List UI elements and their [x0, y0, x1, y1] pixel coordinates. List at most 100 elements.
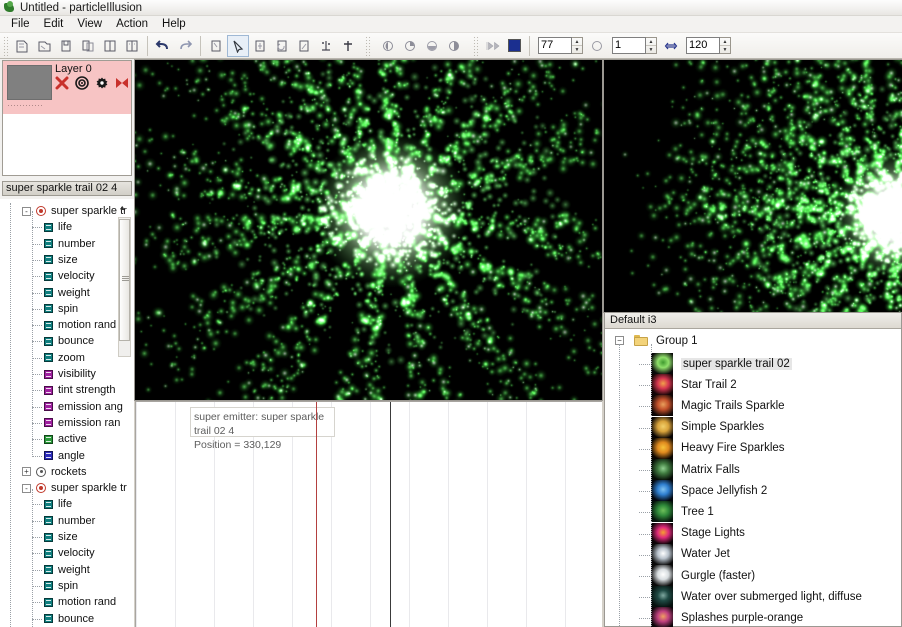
- tree-guide: [32, 619, 42, 620]
- color-swatch-button[interactable]: [503, 35, 525, 57]
- tree-parameter-node[interactable]: emission ang: [44, 399, 123, 415]
- tree-guide: [32, 374, 42, 375]
- library-group-row[interactable]: − Group 1: [615, 330, 698, 351]
- parameter-graph-icon: [44, 565, 53, 574]
- duplicate-emitter-icon[interactable]: [121, 35, 143, 57]
- timeline-panel[interactable]: super emitter: super sparkle trail 02 4 …: [135, 401, 602, 627]
- tree-parameter-node[interactable]: active: [44, 431, 87, 447]
- tree-parameter-node[interactable]: spin: [44, 301, 78, 317]
- tree-parameter-node[interactable]: velocity: [44, 545, 95, 561]
- tree-parameter-node[interactable]: bounce: [44, 611, 94, 627]
- library-list-item[interactable]: super sparkle trail 02: [651, 353, 792, 374]
- tree-parameter-node[interactable]: life: [44, 219, 72, 235]
- tree-parameter-node[interactable]: weight: [44, 562, 90, 578]
- settings-gear-icon[interactable]: [95, 76, 109, 90]
- move-tool-icon[interactable]: [249, 35, 271, 57]
- tree-parameter-node[interactable]: tint strength: [44, 382, 115, 398]
- library-list-item[interactable]: Space Jellyfish 2: [651, 480, 767, 501]
- tree-emitter-node[interactable]: -super sparkle tr: [22, 203, 127, 219]
- layer-input[interactable]: 1: [612, 37, 646, 54]
- tree-parameter-node[interactable]: number: [44, 513, 95, 529]
- tree-guide: [32, 423, 42, 424]
- tree-parameter-node[interactable]: angle: [44, 448, 85, 464]
- tree-parameter-node[interactable]: visibility: [44, 366, 96, 382]
- align-right-icon[interactable]: [443, 35, 465, 57]
- align-bottom-icon[interactable]: [421, 35, 443, 57]
- undo-icon[interactable]: [152, 35, 174, 57]
- tree-parameter-node[interactable]: motion rand: [44, 594, 116, 610]
- menu-item-help[interactable]: Help: [155, 17, 193, 31]
- toolbar-grip[interactable]: [3, 36, 9, 56]
- tree-node-expander[interactable]: +: [22, 467, 31, 476]
- properties-icon[interactable]: [75, 76, 89, 90]
- redo-icon[interactable]: [174, 35, 196, 57]
- align-center-icon[interactable]: [399, 35, 421, 57]
- library-list-item[interactable]: Matrix Falls: [651, 459, 740, 480]
- tree-node-expander[interactable]: -: [22, 484, 31, 493]
- library-list-item[interactable]: Splashes purple-orange: [651, 607, 803, 627]
- tree-guide: [32, 309, 42, 310]
- toolbar-grip-3[interactable]: [473, 36, 479, 56]
- tree-parameter-node[interactable]: bounce: [44, 333, 94, 349]
- rewind-icon[interactable]: [481, 35, 503, 57]
- library-guide: [639, 597, 650, 598]
- tree-scroll-up-arrow[interactable]: ▲: [119, 205, 126, 212]
- tree-emitter-node[interactable]: -super sparkle tr: [22, 480, 127, 496]
- opacity-input[interactable]: 77: [538, 37, 572, 54]
- select-layer-icon[interactable]: [205, 35, 227, 57]
- deflector-icon[interactable]: [115, 76, 129, 90]
- tree-scroll-thumb[interactable]: [119, 219, 130, 341]
- align-left-icon[interactable]: [377, 35, 399, 57]
- delete-layer-icon[interactable]: [55, 76, 69, 90]
- radio-circle-icon[interactable]: [586, 35, 608, 57]
- library-list-item[interactable]: Simple Sparkles: [651, 417, 764, 438]
- tree-parameter-node[interactable]: size: [44, 252, 78, 268]
- paste-emitter-icon[interactable]: [99, 35, 121, 57]
- opacity-spinner[interactable]: ▲▼: [572, 37, 583, 54]
- library-list-item[interactable]: Magic Trails Sparkle: [651, 395, 785, 416]
- parameter-graph-icon: [44, 533, 53, 542]
- timeline-playhead[interactable]: [316, 402, 317, 627]
- rotate-tool-icon[interactable]: [271, 35, 293, 57]
- save-emitter-icon[interactable]: [55, 35, 77, 57]
- tree-parameter-node[interactable]: number: [44, 236, 95, 252]
- timeline-marker-line[interactable]: [390, 402, 391, 627]
- pointer-tool-icon[interactable]: [227, 35, 249, 57]
- layer-spinner[interactable]: ▲▼: [646, 37, 657, 54]
- tree-parameter-node[interactable]: spin: [44, 578, 78, 594]
- toolbar-grip-2[interactable]: [365, 36, 371, 56]
- tree-parameter-node[interactable]: zoom: [44, 350, 85, 366]
- layer-row[interactable]: Layer 0: [3, 61, 131, 114]
- library-list-item[interactable]: Water over submerged light, diffuse: [651, 586, 862, 607]
- tree-node-expander[interactable]: -: [22, 207, 31, 216]
- new-emitter-icon[interactable]: [11, 35, 33, 57]
- menu-item-file[interactable]: File: [4, 17, 37, 31]
- library-list-item[interactable]: Heavy Fire Sparkles: [651, 438, 785, 459]
- tree-parameter-node[interactable]: motion rand: [44, 317, 116, 333]
- tree-parameter-node[interactable]: size: [44, 529, 78, 545]
- tree-rockets-node[interactable]: +rockets: [22, 464, 86, 480]
- tree-parameter-node[interactable]: weight: [44, 285, 90, 301]
- delete-point-icon[interactable]: [337, 35, 359, 57]
- library-list-item[interactable]: Stage Lights: [651, 523, 745, 544]
- library-list-item[interactable]: Tree 1: [651, 501, 714, 522]
- tree-vertical-scrollbar[interactable]: [118, 217, 131, 357]
- loop-icon[interactable]: [660, 35, 682, 57]
- copy-emitter-icon[interactable]: [77, 35, 99, 57]
- tree-parameter-node[interactable]: life: [44, 496, 72, 512]
- library-list-item[interactable]: Star Trail 2: [651, 374, 737, 395]
- frames-input[interactable]: 120: [686, 37, 720, 54]
- menu-item-view[interactable]: View: [70, 17, 109, 31]
- tree-parameter-node[interactable]: velocity: [44, 268, 95, 284]
- menu-item-edit[interactable]: Edit: [37, 17, 71, 31]
- emitter-node-icon: [36, 206, 46, 216]
- library-list-item[interactable]: Water Jet: [651, 544, 730, 565]
- scale-tool-icon[interactable]: [293, 35, 315, 57]
- frames-spinner[interactable]: ▲▼: [720, 37, 731, 54]
- open-emitter-icon[interactable]: [33, 35, 55, 57]
- add-point-icon[interactable]: [315, 35, 337, 57]
- tree-parameter-node[interactable]: emission ran: [44, 415, 120, 431]
- library-list-item[interactable]: Gurgle (faster): [651, 565, 755, 586]
- parameter-graph-icon: [44, 304, 53, 313]
- menu-item-action[interactable]: Action: [109, 17, 155, 31]
